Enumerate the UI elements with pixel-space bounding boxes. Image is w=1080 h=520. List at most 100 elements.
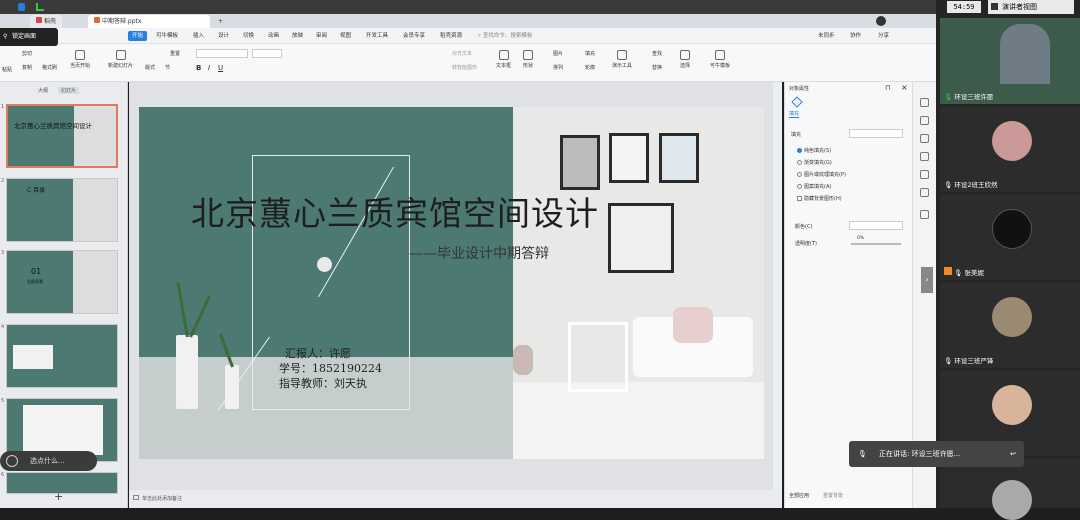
participant-tile[interactable]: 🎙 环设2班王欣然 [940,106,1080,192]
slide-thumbnail-3[interactable]: 01 总图背景 [6,250,118,314]
layers-icon[interactable] [920,134,929,143]
canvas-scrollbar[interactable] [773,82,782,490]
menu-slideshow[interactable]: 放映 [292,31,303,41]
location-icon[interactable] [920,188,929,197]
underline-button[interactable]: U [218,64,223,72]
notes-area[interactable]: 单击此处添加备注 [129,490,782,508]
reset-background-button[interactable]: 重置背景 [823,492,843,499]
shape-icon [523,50,533,60]
menu-review[interactable]: 审阅 [316,31,327,41]
italic-button[interactable]: I [208,64,210,72]
radio-icon [797,172,802,177]
fill-button[interactable]: 填充 [585,50,595,57]
format-painter-button[interactable]: 格式刷 [42,64,57,71]
find-button[interactable]: 查找 [652,50,662,57]
tab-slides[interactable]: 幻灯片 [58,87,80,94]
menu-member[interactable]: 会员专享 [403,31,425,41]
avatar [992,385,1032,425]
text-icon[interactable] [920,210,929,219]
menu-developer[interactable]: 开发工具 [366,31,388,41]
thumb-title: C 目录 [27,187,46,194]
tab-outline[interactable]: 大纲 [38,87,48,94]
play-icon [75,50,85,60]
menu-transition[interactable]: 切换 [243,31,254,41]
align-text-button[interactable]: 对齐文本 [452,50,472,57]
animation-icon[interactable] [920,170,929,179]
template-button[interactable]: 可牛模板 [710,50,730,69]
shape-button[interactable]: 形状 [523,50,533,69]
presentation-tools-button[interactable]: 演示工具 [612,50,632,69]
expand-panel-icon[interactable]: › [921,267,933,293]
student-id-text[interactable]: 学号：1852190224 [279,360,382,376]
option-pattern[interactable]: 图案填充(A) [797,183,831,190]
sync-status[interactable]: 未同步 [818,31,835,41]
participant-tile[interactable]: 🎙 环设三班许愿 [940,18,1080,104]
command-search[interactable]: ⌕ 查找命令、搜索模板 [478,31,532,41]
add-slide-button[interactable]: + [54,490,63,503]
back-icon[interactable]: ↩ [1010,441,1016,467]
menu-design[interactable]: 设计 [218,31,229,41]
pin-icon[interactable] [920,116,929,125]
section-button[interactable]: 节 [165,64,170,71]
avatar[interactable] [876,16,886,26]
menu-animation[interactable]: 动画 [268,31,279,41]
new-slide-button[interactable]: 新建幻灯片 [108,50,133,69]
reporter-text[interactable]: 汇报人：许愿 [285,345,351,361]
menu-view[interactable]: 视图 [340,31,351,41]
new-tab-button[interactable]: + [212,15,229,28]
copy-button[interactable]: 复制 [22,64,32,71]
play-current-button[interactable]: 当页开始 [70,50,90,69]
option-solid[interactable]: 纯色填充(S) [797,147,831,154]
convert-smartart-button[interactable]: 转智能图形 [452,64,477,71]
menu-template[interactable]: 可牛模板 [156,31,178,41]
meeting-search-pill[interactable]: 选点什么... [0,451,97,471]
slide-thumbnail-4[interactable] [6,324,118,388]
select-button[interactable]: 选择 [680,50,690,69]
slide-thumbnail-1[interactable]: 北京蕙心兰质宾馆空间设计 [6,104,118,168]
pin-panel-icon[interactable]: ⊓ [885,84,890,92]
tab-docer[interactable]: 稻壳 [30,15,63,28]
cut-button[interactable]: 剪切 [22,50,32,57]
mic-off-icon: 🎙 [944,181,955,189]
paste-button[interactable]: 粘贴 [2,66,12,73]
close-icon[interactable]: × [901,83,908,92]
slide-thumbnail-2[interactable]: C 目录 [6,178,118,242]
menu-docer-resources[interactable]: 稻壳资源 [440,31,462,41]
participant-tile[interactable]: 🎙 环设三班严锋 [940,282,1080,368]
slide-subtitle[interactable]: ——毕业设计中期答辩 [409,243,549,263]
font-family-select[interactable] [196,49,248,58]
arrange-button[interactable]: 排列 [553,64,563,71]
properties-icon[interactable] [920,98,929,107]
option-hide-bg[interactable]: 隐藏背景图形(H) [797,195,842,202]
option-gradient[interactable]: 渐变填充(G) [797,159,832,166]
reset-button[interactable]: 重置 [170,50,180,57]
view-mode-button[interactable]: 演讲者视图 [988,0,1074,14]
bold-button[interactable]: B [196,64,201,72]
menu-start[interactable]: 开始 [128,31,148,41]
text-box-button[interactable]: 文本框 [496,50,511,69]
fill-dropdown[interactable] [849,129,903,138]
lock-screen-button[interactable]: ⚲ 锁定画面 [0,28,58,46]
outline-button[interactable]: 轮廓 [585,64,595,71]
slide-number: 6 [1,472,5,478]
apply-all-button[interactable]: 全部应用 [789,492,809,499]
picture-button[interactable]: 图片 [553,50,563,57]
collab-button[interactable]: 协作 [850,31,861,41]
share-button[interactable]: 分享 [878,31,889,41]
slide-1[interactable]: 北京蕙心兰质宾馆空间设计 ——毕业设计中期答辩 汇报人：许愿 学号：185219… [139,107,764,459]
help-icon[interactable] [920,152,929,161]
slide-title[interactable]: 北京蕙心兰质宾馆空间设计 [191,187,711,235]
tab-fill[interactable]: 填充 [789,110,800,118]
transparency-value: 0% [857,236,865,241]
color-dropdown[interactable] [849,221,903,230]
menu-insert[interactable]: 插入 [193,31,204,41]
font-size-select[interactable] [252,49,282,58]
ribbon-toolbar: 粘贴 剪切 复制 格式刷 当页开始 新建幻灯片 版式 节 重置 B I U 对齐… [0,44,936,82]
advisor-text[interactable]: 指导教师：刘天执 [279,375,367,391]
replace-button[interactable]: 替换 [652,64,662,71]
participant-tile[interactable]: 🎙 张美妮 [940,194,1080,280]
layout-button[interactable]: 版式 [145,64,155,71]
option-picture[interactable]: 图片或纹理填充(P) [797,171,846,178]
tab-file[interactable]: 中期答辩.pptx [88,15,210,28]
transparency-slider[interactable] [851,243,901,245]
